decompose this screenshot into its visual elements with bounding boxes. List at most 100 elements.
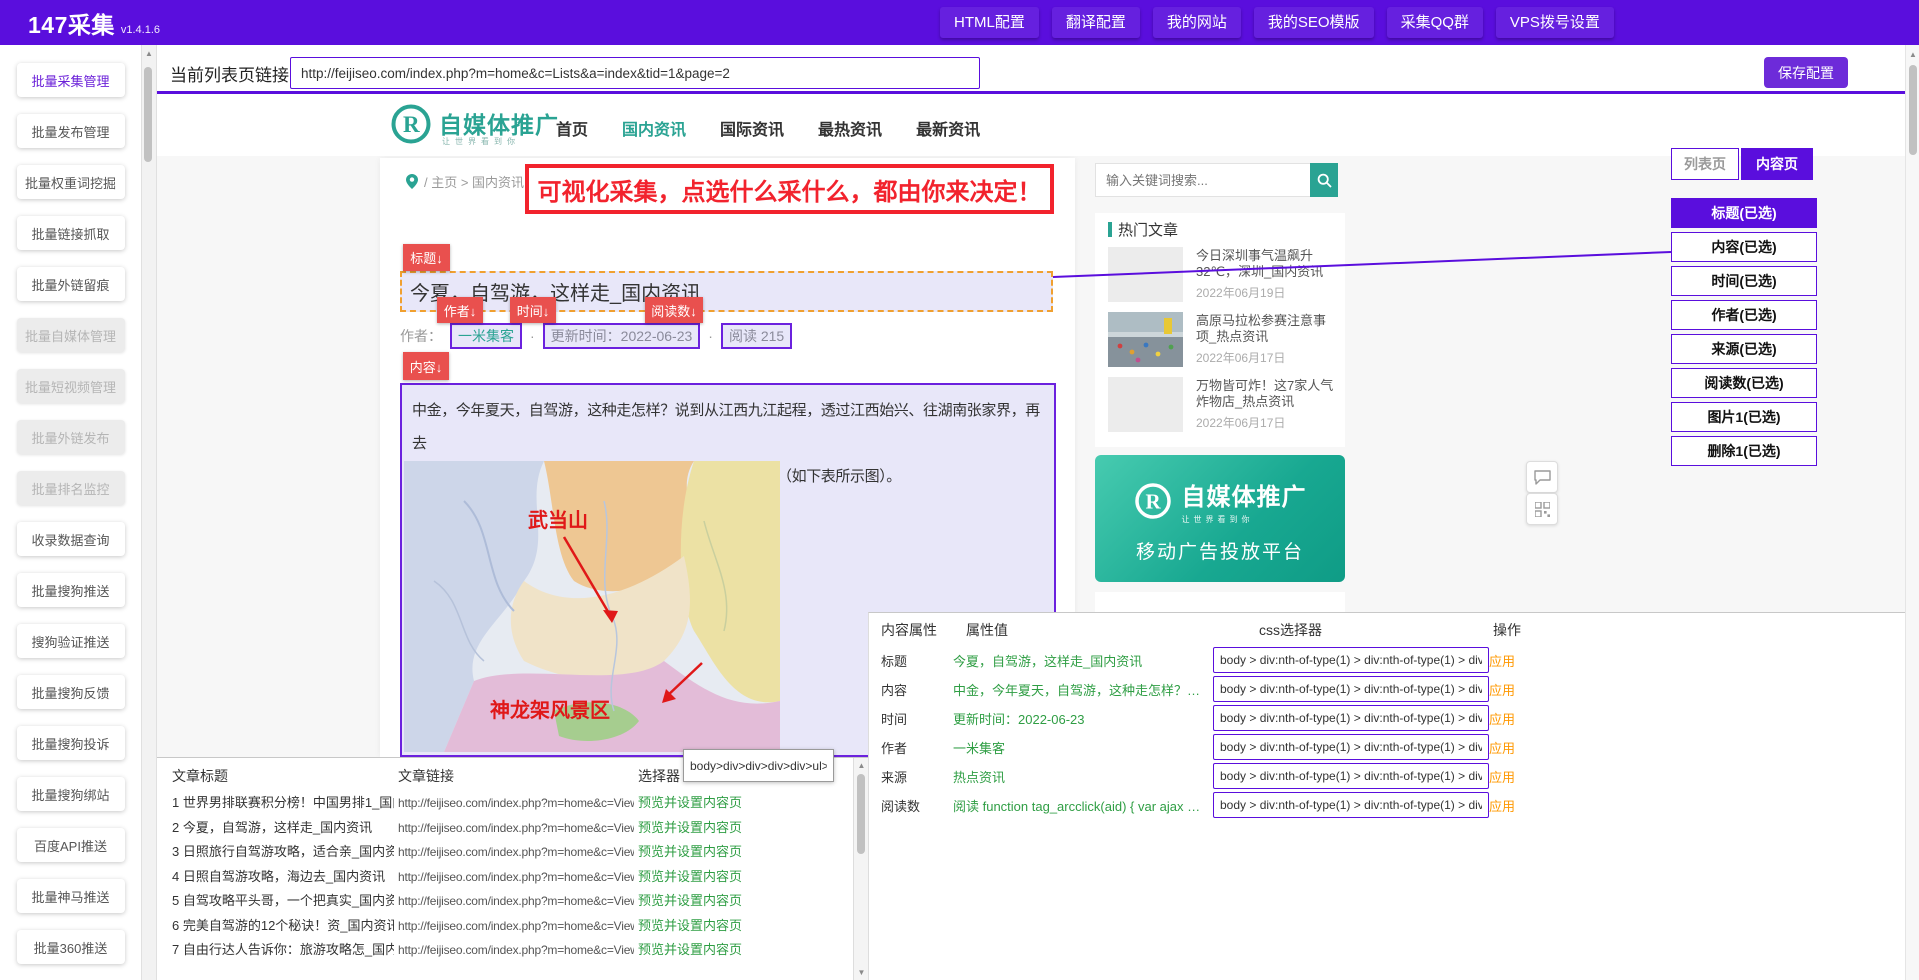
apply-link[interactable]: 应用	[1489, 680, 1515, 699]
purple-divider	[155, 91, 1919, 94]
scrollbar-thumb[interactable]	[144, 67, 152, 162]
keyword-search-input[interactable]	[1095, 163, 1311, 197]
select-content-button[interactable]: 内容(已选)	[1671, 232, 1817, 262]
topnav-my-sites[interactable]: 我的网站	[1153, 7, 1241, 38]
select-image1-button[interactable]: 图片1(已选)	[1671, 402, 1817, 432]
list-selector-input[interactable]	[683, 749, 834, 782]
time-field-tag[interactable]: 时间↓	[510, 297, 556, 323]
table-row: 作者 一米集客 应用	[869, 734, 1919, 760]
article-map-image: 武当山 神龙架风景区	[404, 461, 780, 752]
preview-set-content-link[interactable]: 预览并设置内容页	[638, 840, 742, 865]
sidebar-item-batch-shenma-push[interactable]: 批量神马推送	[17, 879, 125, 913]
preview-set-content-link[interactable]: 预览并设置内容页	[638, 816, 742, 841]
qr-code-button[interactable]	[1526, 493, 1558, 525]
preview-set-content-link[interactable]: 预览并设置内容页	[638, 889, 742, 914]
title-field-tag[interactable]: 标题↓	[403, 244, 450, 271]
hot-article-title[interactable]: 今日深圳事气温飙升32℃，深圳_国内资讯	[1196, 248, 1336, 280]
hot-article-title[interactable]: 万物皆可炸！这7家人气炸物店_热点资讯	[1196, 378, 1336, 410]
sidebar-item-baidu-api-push[interactable]: 百度API推送	[17, 828, 125, 862]
select-author-button[interactable]: 作者(已选)	[1671, 300, 1817, 330]
css-selector-input[interactable]	[1213, 792, 1489, 818]
css-selector-input[interactable]	[1213, 734, 1489, 760]
list-item[interactable]: 今日深圳事气温飙升32℃，深圳_国内资讯 2022年06月19日	[1108, 245, 1334, 303]
sidebar-item-batch-link-grab[interactable]: 批量链接抓取	[17, 216, 125, 250]
hot-article-title[interactable]: 高原马拉松参赛注意事项_热点资讯	[1196, 313, 1336, 345]
attr-name: 作者	[881, 738, 907, 757]
reads-field-tag[interactable]: 阅读数↓	[645, 297, 703, 323]
author-field-tag[interactable]: 作者↓	[437, 297, 483, 323]
tab-list-page[interactable]: 列表页	[1671, 148, 1739, 180]
site-search	[1095, 163, 1338, 197]
scrollbar-thumb[interactable]	[857, 774, 865, 854]
hot-articles-title: 热门文章	[1118, 219, 1178, 240]
select-title-button[interactable]: 标题(已选)	[1671, 198, 1817, 228]
site-nav-domestic-news[interactable]: 国内资讯	[622, 116, 686, 140]
sidebar-item-index-data-query[interactable]: 收录数据查询	[17, 522, 125, 556]
css-selector-input[interactable]	[1213, 676, 1489, 702]
site-nav-latest-news[interactable]: 最新资讯	[916, 116, 980, 140]
site-nav-international-news[interactable]: 国际资讯	[720, 116, 784, 140]
topnav-my-seo-templates[interactable]: 我的SEO模版	[1254, 7, 1374, 38]
scrollbar-down-arrow-icon[interactable]: ▼	[854, 966, 869, 980]
row-title: 2 今夏，自驾游，这样走_国内资讯	[172, 816, 394, 841]
window-scrollbar[interactable]: ▲	[1905, 45, 1919, 980]
save-config-button[interactable]: 保存配置	[1764, 57, 1848, 88]
scrollbar-up-arrow-icon[interactable]: ▲	[142, 47, 156, 61]
sidebar-item-batch-collect-mgmt[interactable]: 批量采集管理	[17, 63, 125, 97]
content-field-tag[interactable]: 内容↓	[403, 352, 449, 380]
topnav-vps-dial-settings[interactable]: VPS拨号设置	[1496, 7, 1614, 38]
topnav-translate-config[interactable]: 翻译配置	[1052, 7, 1140, 38]
sidebar-item-batch-sogou-push[interactable]: 批量搜狗推送	[17, 573, 125, 607]
select-time-button[interactable]: 时间(已选)	[1671, 266, 1817, 296]
list-url-input[interactable]	[290, 57, 980, 89]
sidebar-item-batch-sogou-feedback[interactable]: 批量搜狗反馈	[17, 675, 125, 709]
topnav-html-config[interactable]: HTML配置	[940, 7, 1039, 38]
apply-link[interactable]: 应用	[1489, 709, 1515, 728]
preview-set-content-link[interactable]: 预览并设置内容页	[638, 865, 742, 890]
tab-content-page[interactable]: 内容页	[1741, 148, 1813, 180]
list-item[interactable]: 高原马拉松参赛注意事项_热点资讯 2022年06月17日	[1108, 310, 1334, 368]
sidebar-scrollbar[interactable]: ▲	[141, 45, 157, 980]
css-selector-input[interactable]	[1213, 763, 1489, 789]
scrollbar-up-arrow-icon[interactable]: ▲	[854, 759, 869, 773]
scrollbar-thumb[interactable]	[1909, 65, 1917, 155]
sidebar-item-batch-sogou-bind-site[interactable]: 批量搜狗绑站	[17, 777, 125, 811]
chat-bubble-button[interactable]	[1526, 461, 1558, 493]
css-selector-input[interactable]	[1213, 647, 1489, 673]
svg-text:R: R	[403, 112, 420, 137]
select-reads-button[interactable]: 阅读数(已选)	[1671, 368, 1817, 398]
attr-name: 标题	[881, 651, 907, 670]
column-header-article-title: 文章标题	[172, 766, 228, 786]
list-item[interactable]: 万物皆可炸！这7家人气炸物店_热点资讯 2022年06月17日	[1108, 375, 1334, 433]
table-row: 6 完美自驾游的12个秘诀！资_国内资讯 http://feijiseo.com…	[155, 914, 850, 939]
ad-banner[interactable]: R 自媒体推广 让世界看到你 移动广告投放平台	[1095, 455, 1345, 582]
apply-link[interactable]: 应用	[1489, 738, 1515, 757]
sidebar-item-batch-weight-word-mining[interactable]: 批量权重词挖掘	[17, 165, 125, 199]
attr-name: 时间	[881, 709, 907, 728]
select-source-button[interactable]: 来源(已选)	[1671, 334, 1817, 364]
article-title-selection[interactable]: 今夏，自驾游，这样走_国内资讯	[400, 271, 1053, 312]
list-table-scrollbar[interactable]: ▲ ▼	[853, 758, 869, 980]
article-author-selection[interactable]: 一米集客	[450, 323, 522, 349]
css-selector-input[interactable]	[1213, 705, 1489, 731]
scrollbar-up-arrow-icon[interactable]: ▲	[1906, 48, 1919, 62]
topnav-collect-qq-group[interactable]: 采集QQ群	[1387, 7, 1483, 38]
preview-set-content-link[interactable]: 预览并设置内容页	[638, 914, 742, 939]
search-button[interactable]	[1310, 163, 1338, 197]
article-reads-selection[interactable]: 阅读 215	[721, 323, 792, 349]
apply-link[interactable]: 应用	[1489, 767, 1515, 786]
sidebar-item-batch-publish-mgmt[interactable]: 批量发布管理	[17, 114, 125, 148]
sidebar-item-sogou-verify-push[interactable]: 搜狗验证推送	[17, 624, 125, 658]
select-delete1-button[interactable]: 删除1(已选)	[1671, 436, 1817, 466]
hot-article-date: 2022年06月17日	[1196, 414, 1336, 431]
apply-link[interactable]: 应用	[1489, 796, 1515, 815]
preview-set-content-link[interactable]: 预览并设置内容页	[638, 791, 742, 816]
sidebar-item-batch-sogou-complaint[interactable]: 批量搜狗投诉	[17, 726, 125, 760]
site-nav-hottest-news[interactable]: 最热资讯	[818, 116, 882, 140]
apply-link[interactable]: 应用	[1489, 651, 1515, 670]
site-nav-home[interactable]: 首页	[556, 116, 588, 140]
preview-set-content-link[interactable]: 预览并设置内容页	[638, 938, 742, 963]
article-time-selection[interactable]: 更新时间：2022-06-23	[543, 323, 701, 349]
sidebar-item-batch-360-push[interactable]: 批量360推送	[17, 930, 125, 964]
sidebar-item-batch-backlink-trace[interactable]: 批量外链留痕	[17, 267, 125, 301]
